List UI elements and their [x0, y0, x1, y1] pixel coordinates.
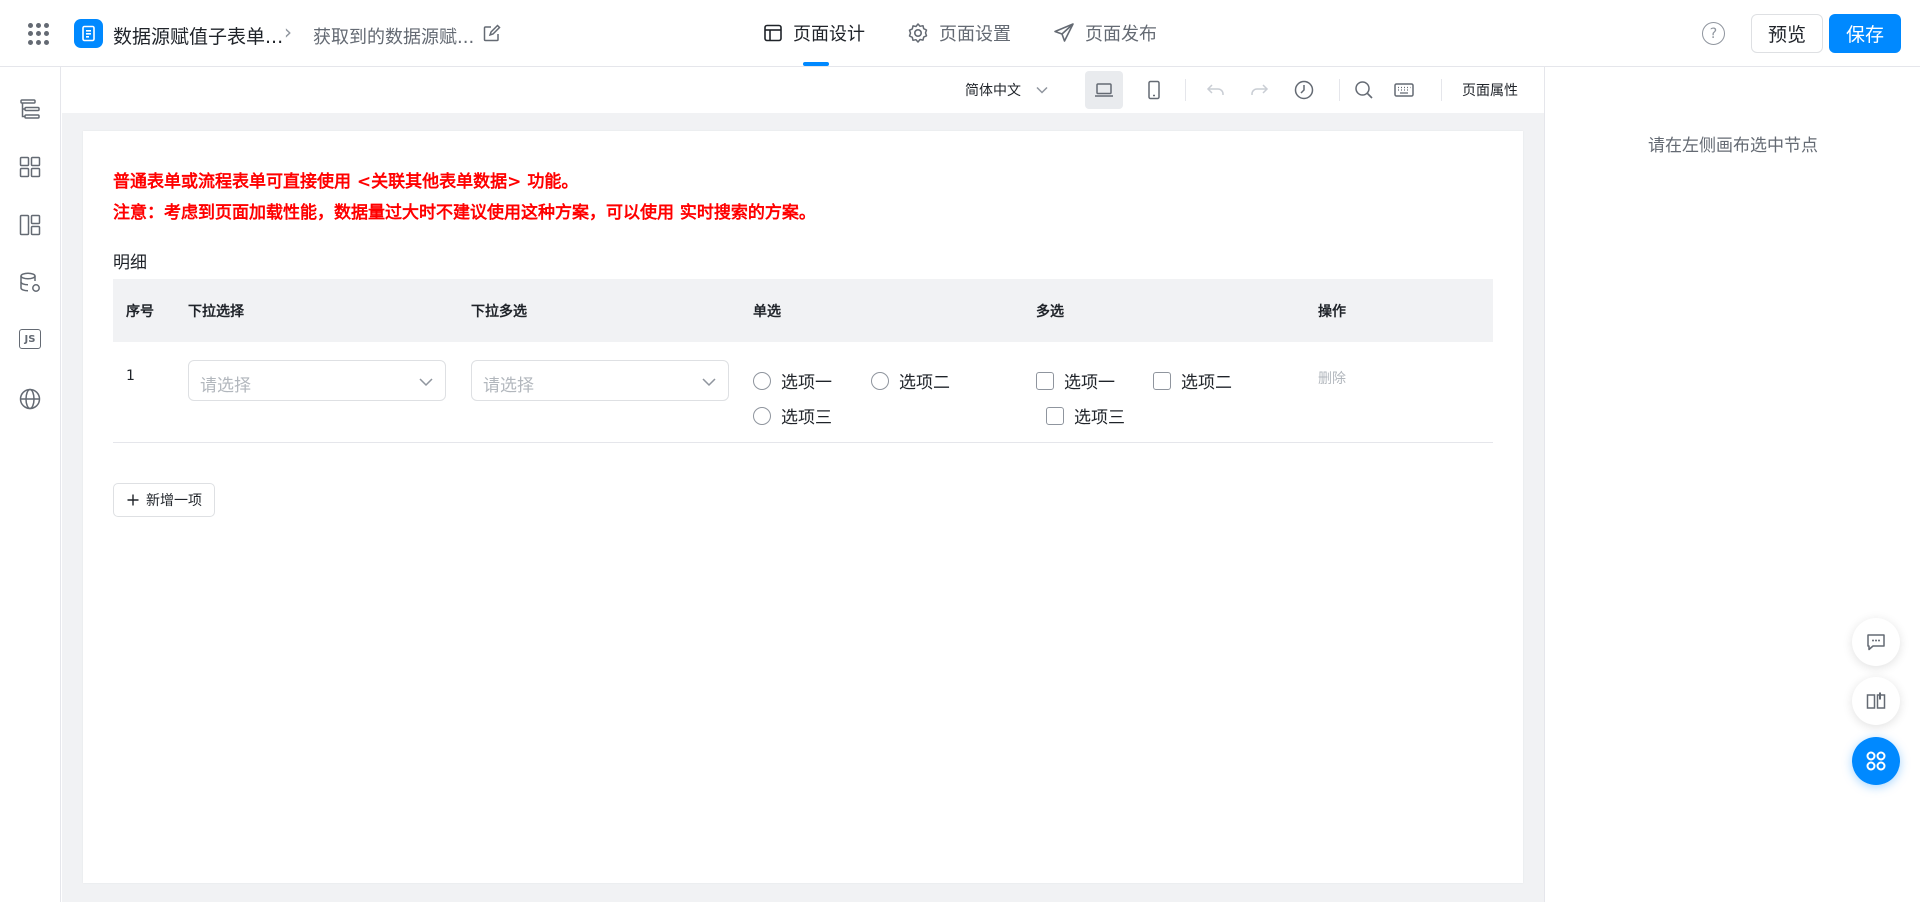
undo-icon [1206, 84, 1224, 95]
dropdown-select[interactable]: 请选择 [188, 360, 446, 401]
tab-page-settings[interactable]: 页面设置 [907, 18, 1011, 48]
radio-option-label: 选项三 [781, 408, 832, 428]
checkbox-option-3[interactable]: 选项三 [1046, 403, 1125, 428]
desktop-view-button[interactable] [1085, 71, 1123, 109]
dropdown-multiselect[interactable]: 请选择 [471, 360, 729, 401]
column-header-index: 序号 [126, 304, 154, 320]
radio-option-label: 选项一 [781, 373, 832, 393]
toolbar-divider [1441, 79, 1442, 101]
checkbox-square [1046, 406, 1064, 425]
column-header-action: 操作 [1318, 304, 1346, 320]
left-sidebar: JS [0, 67, 61, 902]
keyboard-shortcuts-button[interactable] [1385, 71, 1423, 109]
radio-option-1[interactable]: 选项一 [753, 368, 832, 393]
preview-button[interactable]: 预览 [1751, 14, 1823, 53]
notice-line-1: 普通表单或流程表单可直接使用 <关联其他表单数据> 功能。 [113, 172, 579, 192]
checkbox-square [1153, 371, 1171, 390]
radio-option-2[interactable]: 选项二 [871, 368, 950, 393]
radio-circle [871, 371, 889, 390]
multiselect-placeholder: 请选择 [483, 376, 534, 396]
canvas-toolbar: 简体中文 页面属性 [62, 67, 1544, 113]
language-select[interactable]: 简体中文 [965, 80, 1049, 100]
edit-icon[interactable] [482, 24, 501, 43]
apps-button[interactable] [1852, 737, 1900, 785]
feedback-button[interactable] [1852, 618, 1900, 666]
delete-row-link[interactable]: 删除 [1318, 368, 1346, 388]
redo-icon [1251, 84, 1269, 95]
table-header: 序号 下拉选择 下拉多选 单选 多选 操作 [113, 279, 1493, 342]
page-name[interactable]: 获取到的数据源赋... [313, 23, 474, 49]
panel-empty-hint: 请在左侧画布选中节点 [1648, 136, 1818, 156]
keyboard-icon [1394, 83, 1414, 97]
clock-icon [1294, 80, 1314, 100]
radio-option-label: 选项二 [899, 373, 950, 393]
table-row: 1 请选择 请选择 选项一 选项二 选项三 选项一 选项二 选项三 删除 [113, 342, 1493, 443]
tab-page-publish[interactable]: 页面发布 [1053, 18, 1157, 48]
language-value: 简体中文 [965, 83, 1021, 99]
guide-book-icon [1866, 692, 1886, 709]
outline-tree-icon[interactable] [18, 97, 42, 121]
feedback-icon [1867, 634, 1885, 651]
mobile-icon [1148, 80, 1160, 100]
tab-page-settings-label: 页面设置 [939, 24, 1011, 45]
history-button[interactable] [1285, 71, 1323, 109]
checkbox-option-label: 选项二 [1181, 373, 1232, 393]
app-logo [74, 19, 103, 48]
add-item-button[interactable]: 新增一项 [113, 483, 215, 517]
js-icon[interactable]: JS [19, 329, 41, 349]
toolbar-divider [1339, 79, 1340, 101]
layout-blocks-icon[interactable] [18, 213, 42, 237]
app-switcher-icon[interactable] [28, 23, 50, 45]
search-button[interactable] [1345, 71, 1383, 109]
breadcrumb-chevron-icon: › [284, 20, 292, 44]
chevron-down-icon [1036, 86, 1048, 94]
add-item-label: 新增一项 [146, 493, 202, 509]
save-button[interactable]: 保存 [1829, 14, 1901, 53]
row-index: 1 [126, 368, 135, 384]
column-header-radio: 单选 [753, 304, 781, 320]
tab-page-publish-label: 页面发布 [1085, 24, 1157, 45]
column-header-select: 下拉选择 [188, 304, 244, 320]
checkbox-option-label: 选项一 [1064, 373, 1115, 393]
radio-circle [753, 371, 771, 390]
chevron-down-icon [419, 378, 433, 387]
undo-button[interactable] [1197, 71, 1235, 109]
checkbox-option-2[interactable]: 选项二 [1153, 368, 1232, 393]
send-icon [1054, 23, 1074, 42]
select-placeholder: 请选择 [200, 376, 251, 396]
data-source-icon[interactable] [18, 271, 42, 295]
radio-circle [753, 406, 771, 425]
search-icon [1355, 81, 1373, 99]
chevron-down-icon [702, 378, 716, 387]
subform-title: 明细 [113, 253, 147, 273]
laptop-icon [1095, 83, 1113, 97]
guide-book-button[interactable] [1852, 677, 1900, 725]
help-icon[interactable]: ? [1702, 22, 1725, 45]
checkbox-option-1[interactable]: 选项一 [1036, 368, 1115, 393]
form-doc-icon [82, 25, 95, 42]
checkbox-square [1036, 371, 1054, 390]
mobile-view-button[interactable] [1135, 71, 1173, 109]
checkbox-option-label: 选项三 [1074, 408, 1125, 428]
page-properties-button[interactable]: 页面属性 [1462, 80, 1518, 100]
column-header-checkbox: 多选 [1036, 304, 1064, 320]
radio-option-3[interactable]: 选项三 [753, 403, 832, 428]
toolbar-divider [1185, 79, 1186, 101]
gear-icon [908, 23, 928, 43]
apps-icon [1866, 751, 1886, 771]
tab-page-design-label: 页面设计 [793, 24, 865, 45]
column-header-multiselect: 下拉多选 [471, 304, 527, 320]
plus-icon [127, 494, 139, 506]
page-canvas[interactable]: 普通表单或流程表单可直接使用 <关联其他表单数据> 功能。 注意：考虑到页面加载… [83, 131, 1523, 883]
top-bar: 数据源赋值子表单... › 获取到的数据源赋... 页面设计 页面设置 页面发布… [0, 0, 1920, 67]
components-grid-icon[interactable] [18, 155, 42, 179]
active-tab-indicator [803, 62, 829, 66]
globe-icon[interactable] [18, 387, 42, 411]
tab-page-design[interactable]: 页面设计 [763, 18, 865, 48]
notice-line-2: 注意：考虑到页面加载性能，数据量过大时不建议使用这种方案，可以使用 实时搜索的方… [113, 203, 816, 223]
layout-icon [764, 24, 782, 42]
redo-button[interactable] [1240, 71, 1278, 109]
app-title[interactable]: 数据源赋值子表单... [113, 22, 283, 49]
